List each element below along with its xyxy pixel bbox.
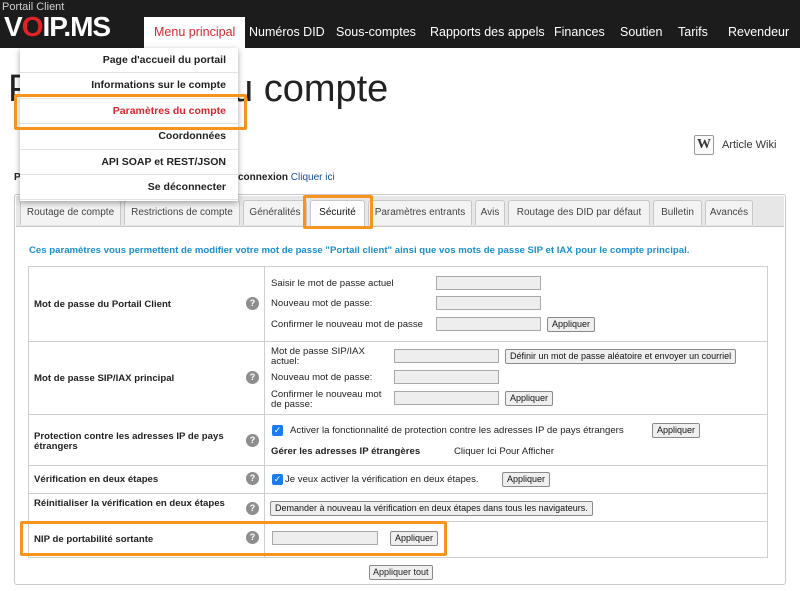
apply-portal-password-button[interactable]: Appliquer (547, 317, 596, 332)
main-menu-dropdown: Page d'accueil du portail Informations s… (20, 48, 238, 201)
port-out-pin-input[interactable] (272, 531, 378, 545)
reset-two-step-label: Réinitialiser la vérification en deux ét… (34, 498, 225, 509)
tab-parametres-entrants[interactable]: Paramètres entrants (368, 200, 472, 225)
nav-menu-principal[interactable]: Menu principal (144, 17, 246, 48)
dropdown-item-account-settings[interactable]: Paramètres du compte (20, 99, 238, 125)
current-password-input[interactable] (436, 276, 541, 290)
sip-new-password-input[interactable] (394, 370, 499, 384)
two-step-check-label: Je veux activer la vérification en deux … (285, 474, 479, 485)
tab-generalites[interactable]: Généralités (243, 200, 307, 225)
manage-foreign-ip-link[interactable]: Cliquer Ici Pour Afficher (454, 447, 554, 457)
row-divider (28, 465, 768, 466)
confirm-password-input[interactable] (436, 317, 541, 331)
logo-text-rest: IP.MS (42, 11, 111, 42)
sip-current-password-input[interactable] (394, 349, 499, 363)
dropdown-item-logout[interactable]: Se déconnecter (20, 175, 238, 201)
apply-two-step-button[interactable]: Appliquer (502, 472, 551, 487)
tab-routage-did-defaut[interactable]: Routage des DID par défaut (508, 200, 650, 225)
dropdown-item-portal-home[interactable]: Page d'accueil du portail (20, 48, 238, 74)
help-icon[interactable]: ? (246, 434, 259, 447)
row-divider (28, 493, 768, 494)
sip-password-label: Mot de passe SIP/IAX principal (34, 373, 175, 384)
sip-confirm-password-label: Confirmer le nouveau mot de passe: (271, 389, 382, 410)
tab-securite[interactable]: Sécurité (310, 200, 365, 227)
apply-all-button[interactable]: Appliquer tout (369, 565, 433, 580)
apply-sip-password-button[interactable]: Appliquer (505, 391, 554, 406)
sip-confirm-password-input[interactable] (394, 391, 499, 405)
reset-two-step-button[interactable]: Demander à nouveau la vérification en de… (270, 501, 593, 516)
manage-foreign-ip-label: Gérer les adresses IP étrangères (271, 446, 421, 457)
confirm-password-label: Confirmer le nouveau mot de passe (271, 319, 423, 330)
apply-port-out-pin-button[interactable]: Appliquer (390, 531, 439, 546)
new-password-input[interactable] (436, 296, 541, 310)
current-password-label: Saisir le mot de passe actuel (271, 278, 394, 289)
two-step-checkbox[interactable]: ✓ (272, 474, 283, 485)
tab-restrictions-compte[interactable]: Restrictions de compte (124, 200, 240, 225)
help-icon[interactable]: ? (246, 472, 259, 485)
nav-numeros-did[interactable]: Numéros DID (249, 17, 325, 48)
security-intro-text: Ces paramètres vous permettent de modifi… (29, 245, 690, 256)
sip-new-password-label: Nouveau mot de passe: (271, 372, 373, 383)
dropdown-item-account-info[interactable]: Informations sur le compte (20, 73, 238, 99)
connection-info: connexion Cliquer ici (238, 172, 335, 183)
port-out-pin-label: NIP de portabilité sortante (34, 534, 154, 545)
sip-current-password-label: Mot de passe SIP/IAX actuel: (271, 346, 365, 367)
help-icon[interactable]: ? (246, 502, 259, 515)
tab-avis[interactable]: Avis (475, 200, 505, 225)
tab-avances[interactable]: Avancés (705, 200, 753, 225)
row-divider (28, 341, 768, 342)
top-navigation-bar: Portail Client VOIP.MS Menu principal Nu… (0, 0, 800, 48)
nav-revendeur[interactable]: Revendeur (728, 17, 789, 48)
dropdown-item-contact-info[interactable]: Coordonnées (20, 124, 238, 150)
nav-finances[interactable]: Finances (554, 17, 605, 48)
foreign-ip-check-label: Activer la fonctionnalité de protection … (290, 425, 624, 436)
apply-foreign-ip-button[interactable]: Appliquer (652, 423, 701, 438)
connection-text: connexion (238, 172, 289, 183)
portal-password-label: Mot de passe du Portail Client (34, 299, 171, 310)
voipms-logo[interactable]: VOIP.MS (4, 11, 111, 42)
connection-link[interactable]: Cliquer ici (291, 172, 335, 183)
help-icon[interactable]: ? (246, 531, 259, 544)
wikipedia-icon: W (694, 135, 714, 155)
tab-bulletin[interactable]: Bulletin (653, 200, 702, 225)
nav-sous-comptes[interactable]: Sous-comptes (336, 17, 416, 48)
nav-soutien[interactable]: Soutien (620, 17, 662, 48)
tab-routage-compte[interactable]: Routage de compte (20, 200, 121, 225)
random-password-email-button[interactable]: Définir un mot de passe aléatoire et env… (505, 349, 737, 364)
new-password-label: Nouveau mot de passe: (271, 298, 373, 309)
dropdown-item-api[interactable]: API SOAP et REST/JSON (20, 150, 238, 175)
logo-text-o: O (21, 11, 44, 42)
table-column-divider (264, 266, 265, 558)
foreign-ip-checkbox[interactable]: ✓ (272, 425, 283, 436)
nav-rapports-appels[interactable]: Rapports des appels (430, 17, 545, 48)
logo-text-v: V (4, 11, 23, 42)
wiki-article-label: Article Wiki (722, 139, 777, 151)
foreign-ip-label: Protection contre les adresses IP de pay… (34, 431, 224, 452)
page-title-suffix: u compte (232, 68, 389, 110)
row-divider (28, 414, 768, 415)
nav-tarifs[interactable]: Tarifs (678, 17, 708, 48)
row-divider (28, 521, 768, 522)
help-icon[interactable]: ? (246, 297, 259, 310)
wiki-article-link[interactable]: W Article Wiki (694, 135, 776, 155)
help-icon[interactable]: ? (246, 371, 259, 384)
two-step-label: Vérification en deux étapes (34, 474, 159, 485)
